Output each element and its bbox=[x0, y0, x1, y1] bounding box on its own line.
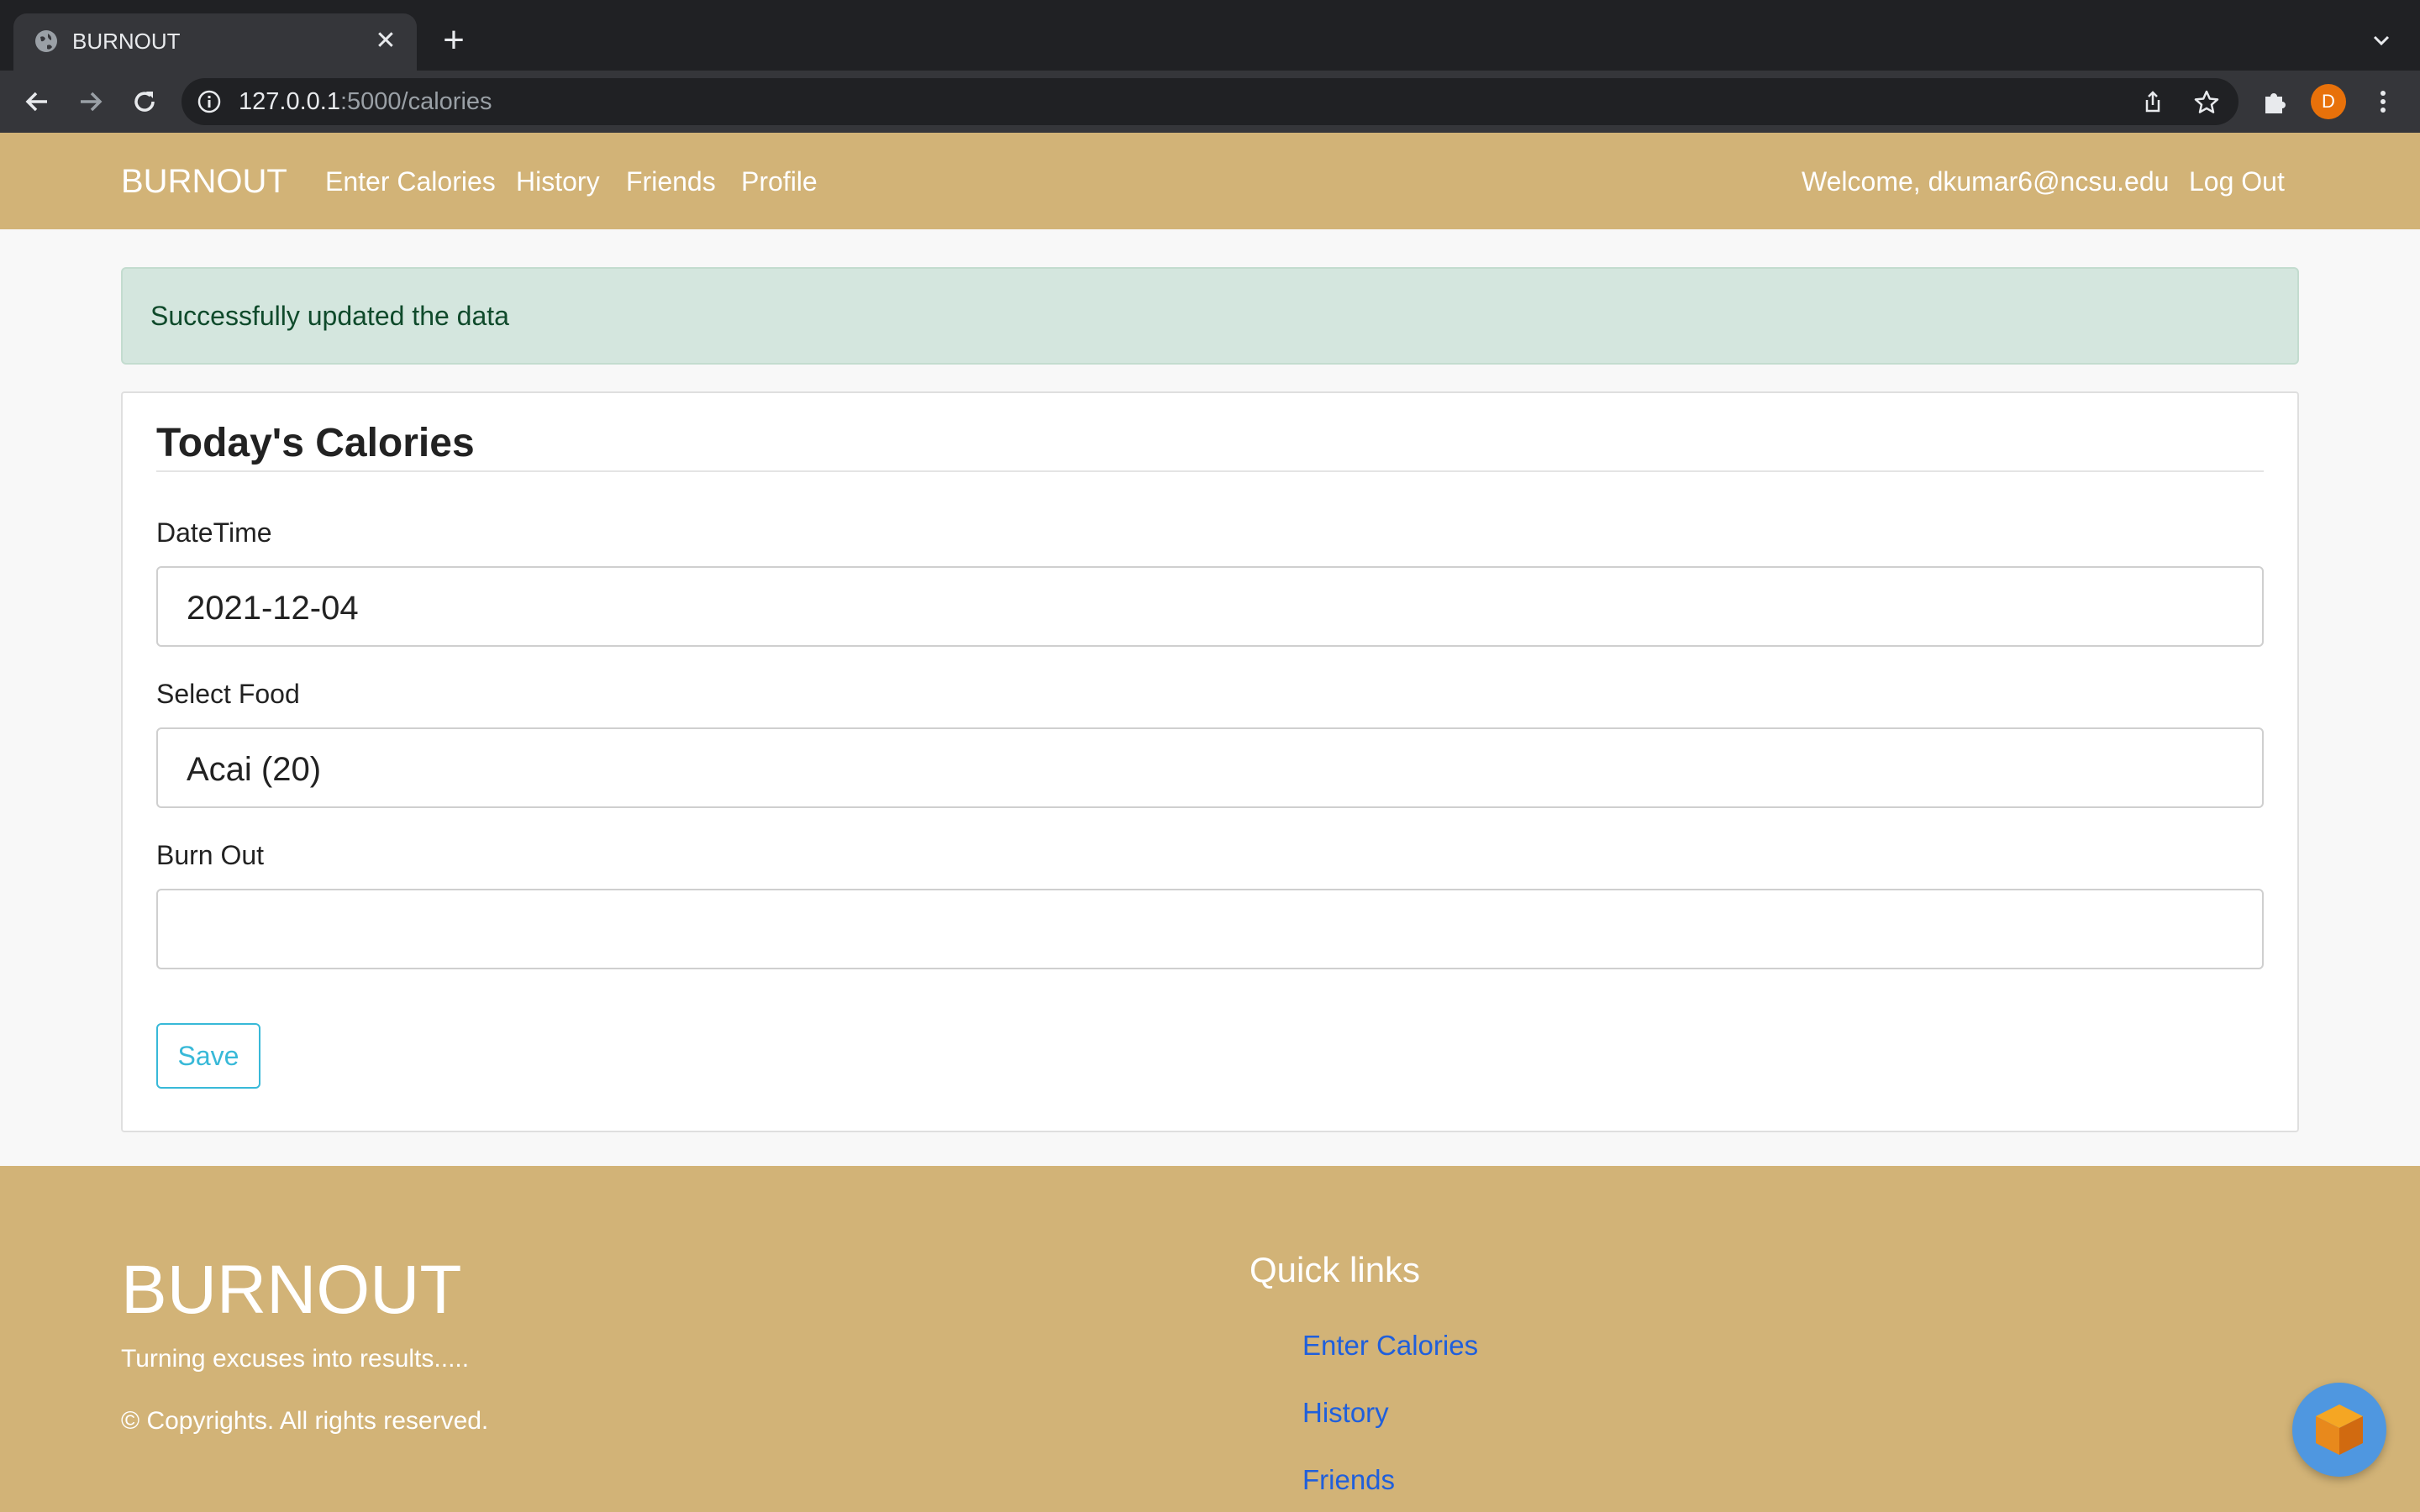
title-divider bbox=[156, 470, 2264, 472]
navbar-brand[interactable]: BURNOUT bbox=[121, 160, 287, 202]
site-footer: BURNOUT Turning excuses into results....… bbox=[0, 1166, 2420, 1512]
alert-message: Successfully updated the data bbox=[150, 301, 509, 331]
avatar[interactable]: D bbox=[2311, 84, 2346, 119]
food-select[interactable]: Acai (20) bbox=[156, 727, 2264, 808]
url-path: :5000/calories bbox=[339, 88, 492, 115]
burnout-input[interactable] bbox=[156, 889, 2264, 969]
puzzle-icon[interactable] bbox=[2260, 87, 2291, 117]
menu-icon[interactable] bbox=[2368, 87, 2398, 117]
date-label: DateTime bbox=[156, 517, 272, 548]
nav-link-enter-calories[interactable]: Enter Calories bbox=[325, 163, 496, 200]
quick-links-heading: Quick links bbox=[1249, 1250, 1421, 1289]
address-bar[interactable]: 127.0.0.1:5000/calories bbox=[182, 78, 2238, 125]
footer-copyright: © Copyrights. All rights reserved. bbox=[121, 1407, 489, 1435]
url-text[interactable]: 127.0.0.1:5000/calories bbox=[239, 86, 492, 118]
forward-icon[interactable] bbox=[74, 85, 108, 118]
logout-link[interactable]: Log Out bbox=[2189, 163, 2285, 200]
site-navbar: BURNOUT Enter Calories History Friends P… bbox=[0, 133, 2420, 229]
save-button[interactable]: Save bbox=[156, 1023, 260, 1089]
chevron-down-icon[interactable] bbox=[2366, 25, 2396, 55]
browser-tab[interactable]: BURNOUT ✕ bbox=[13, 13, 417, 71]
date-input[interactable]: 2021-12-04 bbox=[156, 566, 2264, 647]
footer-link-friends[interactable]: Friends bbox=[1302, 1462, 1395, 1499]
nav-link-friends[interactable]: Friends bbox=[626, 163, 716, 200]
nav-link-profile[interactable]: Profile bbox=[741, 163, 818, 200]
form-title: Today's Calories bbox=[156, 421, 475, 465]
food-label: Select Food bbox=[156, 679, 300, 709]
welcome-text: Welcome, dkumar6@ncsu.edu bbox=[1802, 166, 2170, 197]
back-icon[interactable] bbox=[20, 85, 54, 118]
food-value: Acai (20) bbox=[187, 751, 322, 788]
success-alert: Successfully updated the data bbox=[121, 267, 2299, 365]
reload-icon[interactable] bbox=[128, 85, 161, 118]
browser-toolbar: 127.0.0.1:5000/calories D bbox=[0, 71, 2420, 133]
cube-icon bbox=[2316, 1404, 2363, 1455]
footer-link-enter-calories[interactable]: Enter Calories bbox=[1302, 1327, 1478, 1364]
browser-tab-bar: BURNOUT ✕ + bbox=[0, 0, 2420, 71]
tab-title: BURNOUT bbox=[72, 29, 181, 54]
url-host: 127.0.0.1 bbox=[239, 88, 340, 115]
nav-link-history[interactable]: History bbox=[516, 163, 600, 200]
info-icon[interactable] bbox=[197, 89, 222, 114]
footer-tagline: Turning excuses into results..... bbox=[121, 1345, 470, 1373]
star-icon[interactable] bbox=[2193, 89, 2220, 116]
close-icon[interactable]: ✕ bbox=[370, 25, 402, 57]
burnout-label: Burn Out bbox=[156, 840, 265, 870]
plus-icon[interactable]: + bbox=[435, 22, 472, 60]
globe-icon bbox=[35, 30, 57, 52]
calories-form-card: Today's Calories DateTime 2021-12-04 Sel… bbox=[121, 391, 2299, 1132]
chat-widget-button[interactable] bbox=[2292, 1383, 2386, 1477]
date-value: 2021-12-04 bbox=[187, 590, 359, 627]
footer-brand: BURNOUT bbox=[121, 1252, 462, 1328]
footer-link-history[interactable]: History bbox=[1302, 1394, 1389, 1431]
share-icon[interactable] bbox=[2139, 89, 2166, 116]
